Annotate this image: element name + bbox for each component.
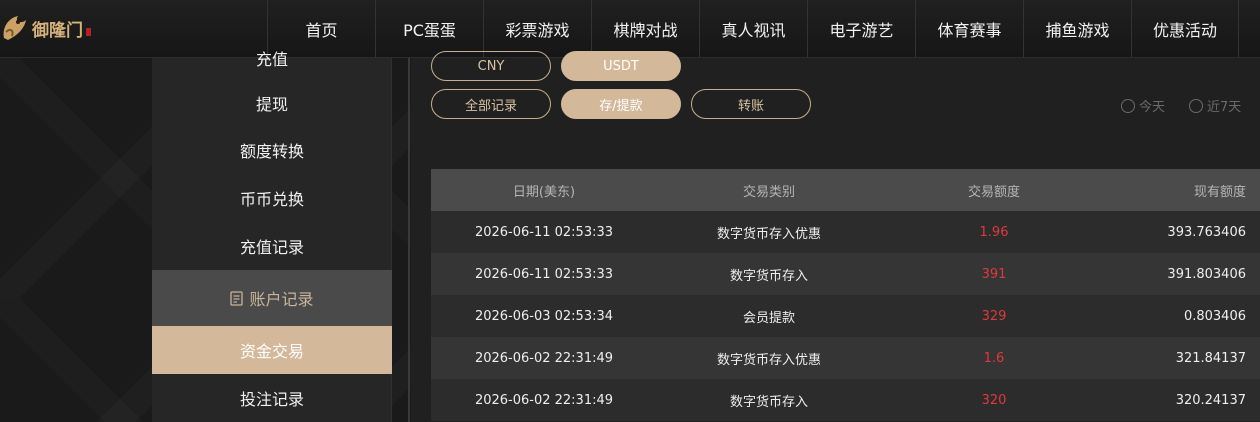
column-header-type: 交易类别 — [742, 184, 795, 200]
sidebar-item-deposit-records[interactable]: 充值记录 — [152, 222, 392, 270]
sidebar-item-label: 充值 — [255, 50, 288, 69]
sidebar-item-label: 提现 — [255, 95, 288, 114]
cell-type: 数字货币存入优惠 — [716, 352, 821, 368]
cell-date: 2026-06-11 02:53:33 — [474, 266, 614, 282]
nav-promotions[interactable]: 优惠活动 — [1131, 0, 1239, 58]
table-header: 日期(美东) 交易类别 交易额度 现有额度 — [431, 169, 1260, 211]
cell-date: 2026-06-02 22:31:49 — [474, 392, 614, 408]
transactions-table: 日期(美东) 交易类别 交易额度 现有额度 2026-06-11 02:53:3… — [431, 169, 1260, 421]
tab-transfer[interactable]: 转账 — [691, 89, 811, 119]
main-nav: 首页 PC蛋蛋 彩票游戏 棋牌对战 真人视讯 电子游艺 体育赛事 捕鱼游戏 优惠… — [267, 0, 1239, 58]
sidebar-item-fund-transactions[interactable]: 资金交易 — [152, 326, 392, 374]
cell-amount: 1.6 — [983, 350, 1005, 366]
radio-icon — [1189, 98, 1203, 113]
tab-currency-cny[interactable]: CNY — [431, 51, 551, 81]
column-header-balance: 现有额度 — [1193, 184, 1246, 200]
sidebar-item-coin-exchange[interactable]: 币币兑换 — [152, 174, 392, 222]
filter-today[interactable]: 今天 — [1121, 96, 1165, 115]
nav-slots[interactable]: 电子游艺 — [807, 0, 915, 58]
sidebar-item-withdraw[interactable]: 提现 — [152, 79, 392, 127]
document-icon — [230, 290, 244, 306]
sidebar-item-label: 投注记录 — [239, 390, 304, 409]
cell-amount: 1.96 — [979, 224, 1009, 240]
table-row: 2026-06-11 02:53:33 数字货币存入优惠 1.96 393.76… — [431, 211, 1260, 253]
sidebar-item-bet-records[interactable]: 投注记录 — [152, 374, 392, 422]
dragon-logo-icon — [0, 10, 30, 46]
sidebar-item-label: 币币兑换 — [239, 190, 304, 209]
brand-name: 御隆门 — [32, 20, 83, 41]
cell-amount: 329 — [981, 308, 1007, 324]
cell-type: 会员提款 — [742, 310, 795, 326]
cell-date: 2026-06-03 02:53:34 — [474, 308, 614, 324]
filter-last-7-days[interactable]: 近7天 — [1189, 96, 1241, 115]
cell-balance: 391.803406 — [1167, 266, 1246, 282]
cell-type: 数字货币存入 — [729, 268, 808, 284]
nav-live-casino[interactable]: 真人视讯 — [699, 0, 807, 58]
cell-type: 数字货币存入优惠 — [716, 226, 821, 242]
tab-currency-usdt[interactable]: USDT — [561, 51, 681, 81]
cell-balance: 393.763406 — [1167, 224, 1246, 240]
sidebar-group-account-records[interactable]: 账户记录 — [152, 270, 392, 326]
table-row: 2026-06-02 22:31:49 数字货币存入优惠 1.6 321.841… — [431, 337, 1260, 379]
cell-balance: 320.24137 — [1175, 392, 1246, 408]
nav-chess-cards[interactable]: 棋牌对战 — [591, 0, 699, 58]
divider — [408, 58, 410, 422]
sidebar-item-label: 账户记录 — [249, 290, 314, 309]
filter-label: 今天 — [1139, 100, 1166, 115]
sidebar-item-label: 资金交易 — [239, 342, 304, 361]
cell-type: 数字货币存入 — [729, 394, 808, 410]
cell-date: 2026-06-02 22:31:49 — [474, 350, 614, 366]
brand-logo[interactable]: 御隆门 — [0, 8, 100, 48]
cell-balance: 321.84137 — [1175, 350, 1246, 366]
tab-all-records[interactable]: 全部记录 — [431, 89, 551, 119]
column-header-date: 日期(美东) — [512, 184, 576, 200]
sidebar-item-deposit[interactable]: 充值 — [152, 34, 392, 82]
radio-icon — [1121, 98, 1135, 113]
column-header-amount: 交易额度 — [967, 184, 1020, 200]
account-sidebar: 充值 提现 额度转换 币币兑换 充值记录 账户记录 资金交易 投注记录 — [152, 50, 392, 422]
cell-date: 2026-06-11 02:53:33 — [474, 224, 614, 240]
sidebar-item-label: 充值记录 — [239, 238, 304, 257]
brand-seal-icon — [86, 28, 91, 36]
cell-balance: 0.803406 — [1183, 308, 1246, 324]
nav-sports[interactable]: 体育赛事 — [915, 0, 1023, 58]
nav-lottery[interactable]: 彩票游戏 — [483, 0, 591, 58]
table-row: 2026-06-02 22:31:49 数字货币存入 320 320.24137 — [431, 379, 1260, 421]
cell-amount: 320 — [981, 392, 1007, 408]
tab-deposit-withdraw[interactable]: 存/提款 — [561, 89, 681, 119]
table-row: 2026-06-11 02:53:33 数字货币存入 391 391.80340… — [431, 253, 1260, 295]
sidebar-item-transfer-quota[interactable]: 额度转换 — [152, 126, 392, 174]
sidebar-item-label: 额度转换 — [239, 142, 304, 161]
filter-label: 近7天 — [1207, 100, 1242, 115]
transactions-panel: CNY USDT 全部记录 存/提款 转账 今天 近7天 日期(美东) 交易类别… — [411, 51, 1260, 422]
table-row: 2026-06-03 02:53:34 会员提款 329 0.803406 — [431, 295, 1260, 337]
cell-amount: 391 — [981, 266, 1007, 282]
nav-fishing[interactable]: 捕鱼游戏 — [1023, 0, 1131, 58]
